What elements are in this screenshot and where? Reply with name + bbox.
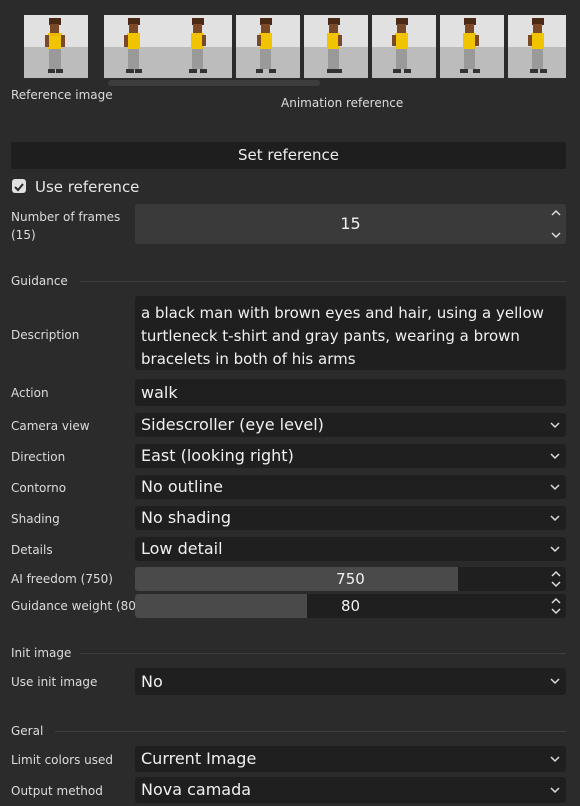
spin-arrows-icon[interactable]: [549, 568, 563, 590]
section-divider: [55, 731, 566, 732]
section-divider: [80, 653, 566, 654]
geral-section-title: Geral: [11, 724, 44, 738]
camera-view-label: Camera view: [11, 419, 90, 433]
guidance-weight-label: Guidance weight (80): [11, 599, 141, 613]
details-value: Low detail: [141, 539, 223, 558]
chevron-down-icon: [550, 787, 560, 794]
action-input[interactable]: walk: [135, 379, 566, 406]
shading-value: No shading: [141, 508, 232, 527]
animation-frame: [236, 15, 300, 78]
chevron-up-icon[interactable]: [549, 206, 563, 220]
direction-select[interactable]: East (looking right): [135, 444, 566, 468]
guidance-section-title: Guidance: [11, 274, 68, 288]
details-select[interactable]: Low detail: [135, 537, 566, 561]
section-divider: [80, 281, 566, 282]
frames-value: 15: [340, 214, 361, 233]
check-icon: [14, 183, 24, 192]
chevron-down-icon: [550, 515, 560, 522]
chevron-down-icon[interactable]: [549, 228, 563, 242]
character-sprite: [45, 18, 65, 73]
animation-frame: [104, 15, 168, 78]
action-label: Action: [11, 386, 49, 400]
animation-frame: [440, 15, 504, 78]
output-method-select[interactable]: Nova camada: [135, 777, 566, 803]
use-init-image-label: Use init image: [11, 675, 98, 689]
init-image-section-title: Init image: [11, 646, 72, 660]
guidance-weight-value: 80: [340, 597, 361, 615]
contorno-value: No outline: [141, 477, 223, 496]
direction-label: Direction: [11, 450, 66, 464]
guidance-weight-slider[interactable]: 80: [135, 594, 566, 618]
details-label: Details: [11, 543, 53, 557]
contorno-label: Contorno: [11, 481, 67, 495]
use-reference-checkbox[interactable]: [12, 179, 26, 193]
description-textarea[interactable]: a black man with brown eyes and hair, us…: [135, 296, 566, 370]
use-reference-label: Use reference: [35, 178, 140, 196]
limit-colors-value: Current Image: [141, 749, 257, 768]
limit-colors-label: Limit colors used: [11, 753, 114, 767]
description-label: Description: [11, 328, 80, 342]
output-method-label: Output method: [11, 784, 103, 798]
shading-select[interactable]: No shading: [135, 506, 566, 530]
chevron-down-icon: [550, 546, 560, 553]
animation-frame: [304, 15, 368, 78]
animation-scrollbar[interactable]: [108, 80, 320, 86]
output-method-value: Nova camada: [141, 780, 252, 799]
reference-image[interactable]: [24, 15, 88, 78]
use-init-image-value: No: [141, 672, 163, 691]
chevron-down-icon: [550, 422, 560, 429]
camera-view-select[interactable]: Sidescroller (eye level): [135, 413, 566, 437]
use-init-image-select[interactable]: No: [135, 668, 566, 695]
reference-image-label: Reference image: [11, 88, 113, 102]
contorno-select[interactable]: No outline: [135, 475, 566, 499]
spin-arrows-icon[interactable]: [549, 595, 563, 617]
chevron-down-icon: [550, 484, 560, 491]
set-reference-button[interactable]: Set reference: [11, 142, 566, 169]
chevron-down-icon: [550, 756, 560, 763]
animation-frame: [508, 15, 566, 78]
animation-reference-label: Animation reference: [281, 96, 404, 110]
frames-label: Number of frames (15): [11, 210, 121, 242]
ai-freedom-value: 750: [336, 570, 365, 588]
limit-colors-select[interactable]: Current Image: [135, 746, 566, 772]
chevron-down-icon: [550, 453, 560, 460]
animation-frame: [372, 15, 436, 78]
ai-freedom-label: AI freedom (750): [11, 572, 113, 586]
frames-spinbox[interactable]: 15: [135, 204, 566, 244]
direction-value: East (looking right): [141, 446, 294, 465]
shading-label: Shading: [11, 512, 60, 526]
animation-frame: [168, 15, 232, 78]
chevron-down-icon: [550, 678, 560, 685]
camera-view-value: Sidescroller (eye level): [141, 415, 324, 434]
ai-freedom-slider[interactable]: 750: [135, 567, 566, 591]
